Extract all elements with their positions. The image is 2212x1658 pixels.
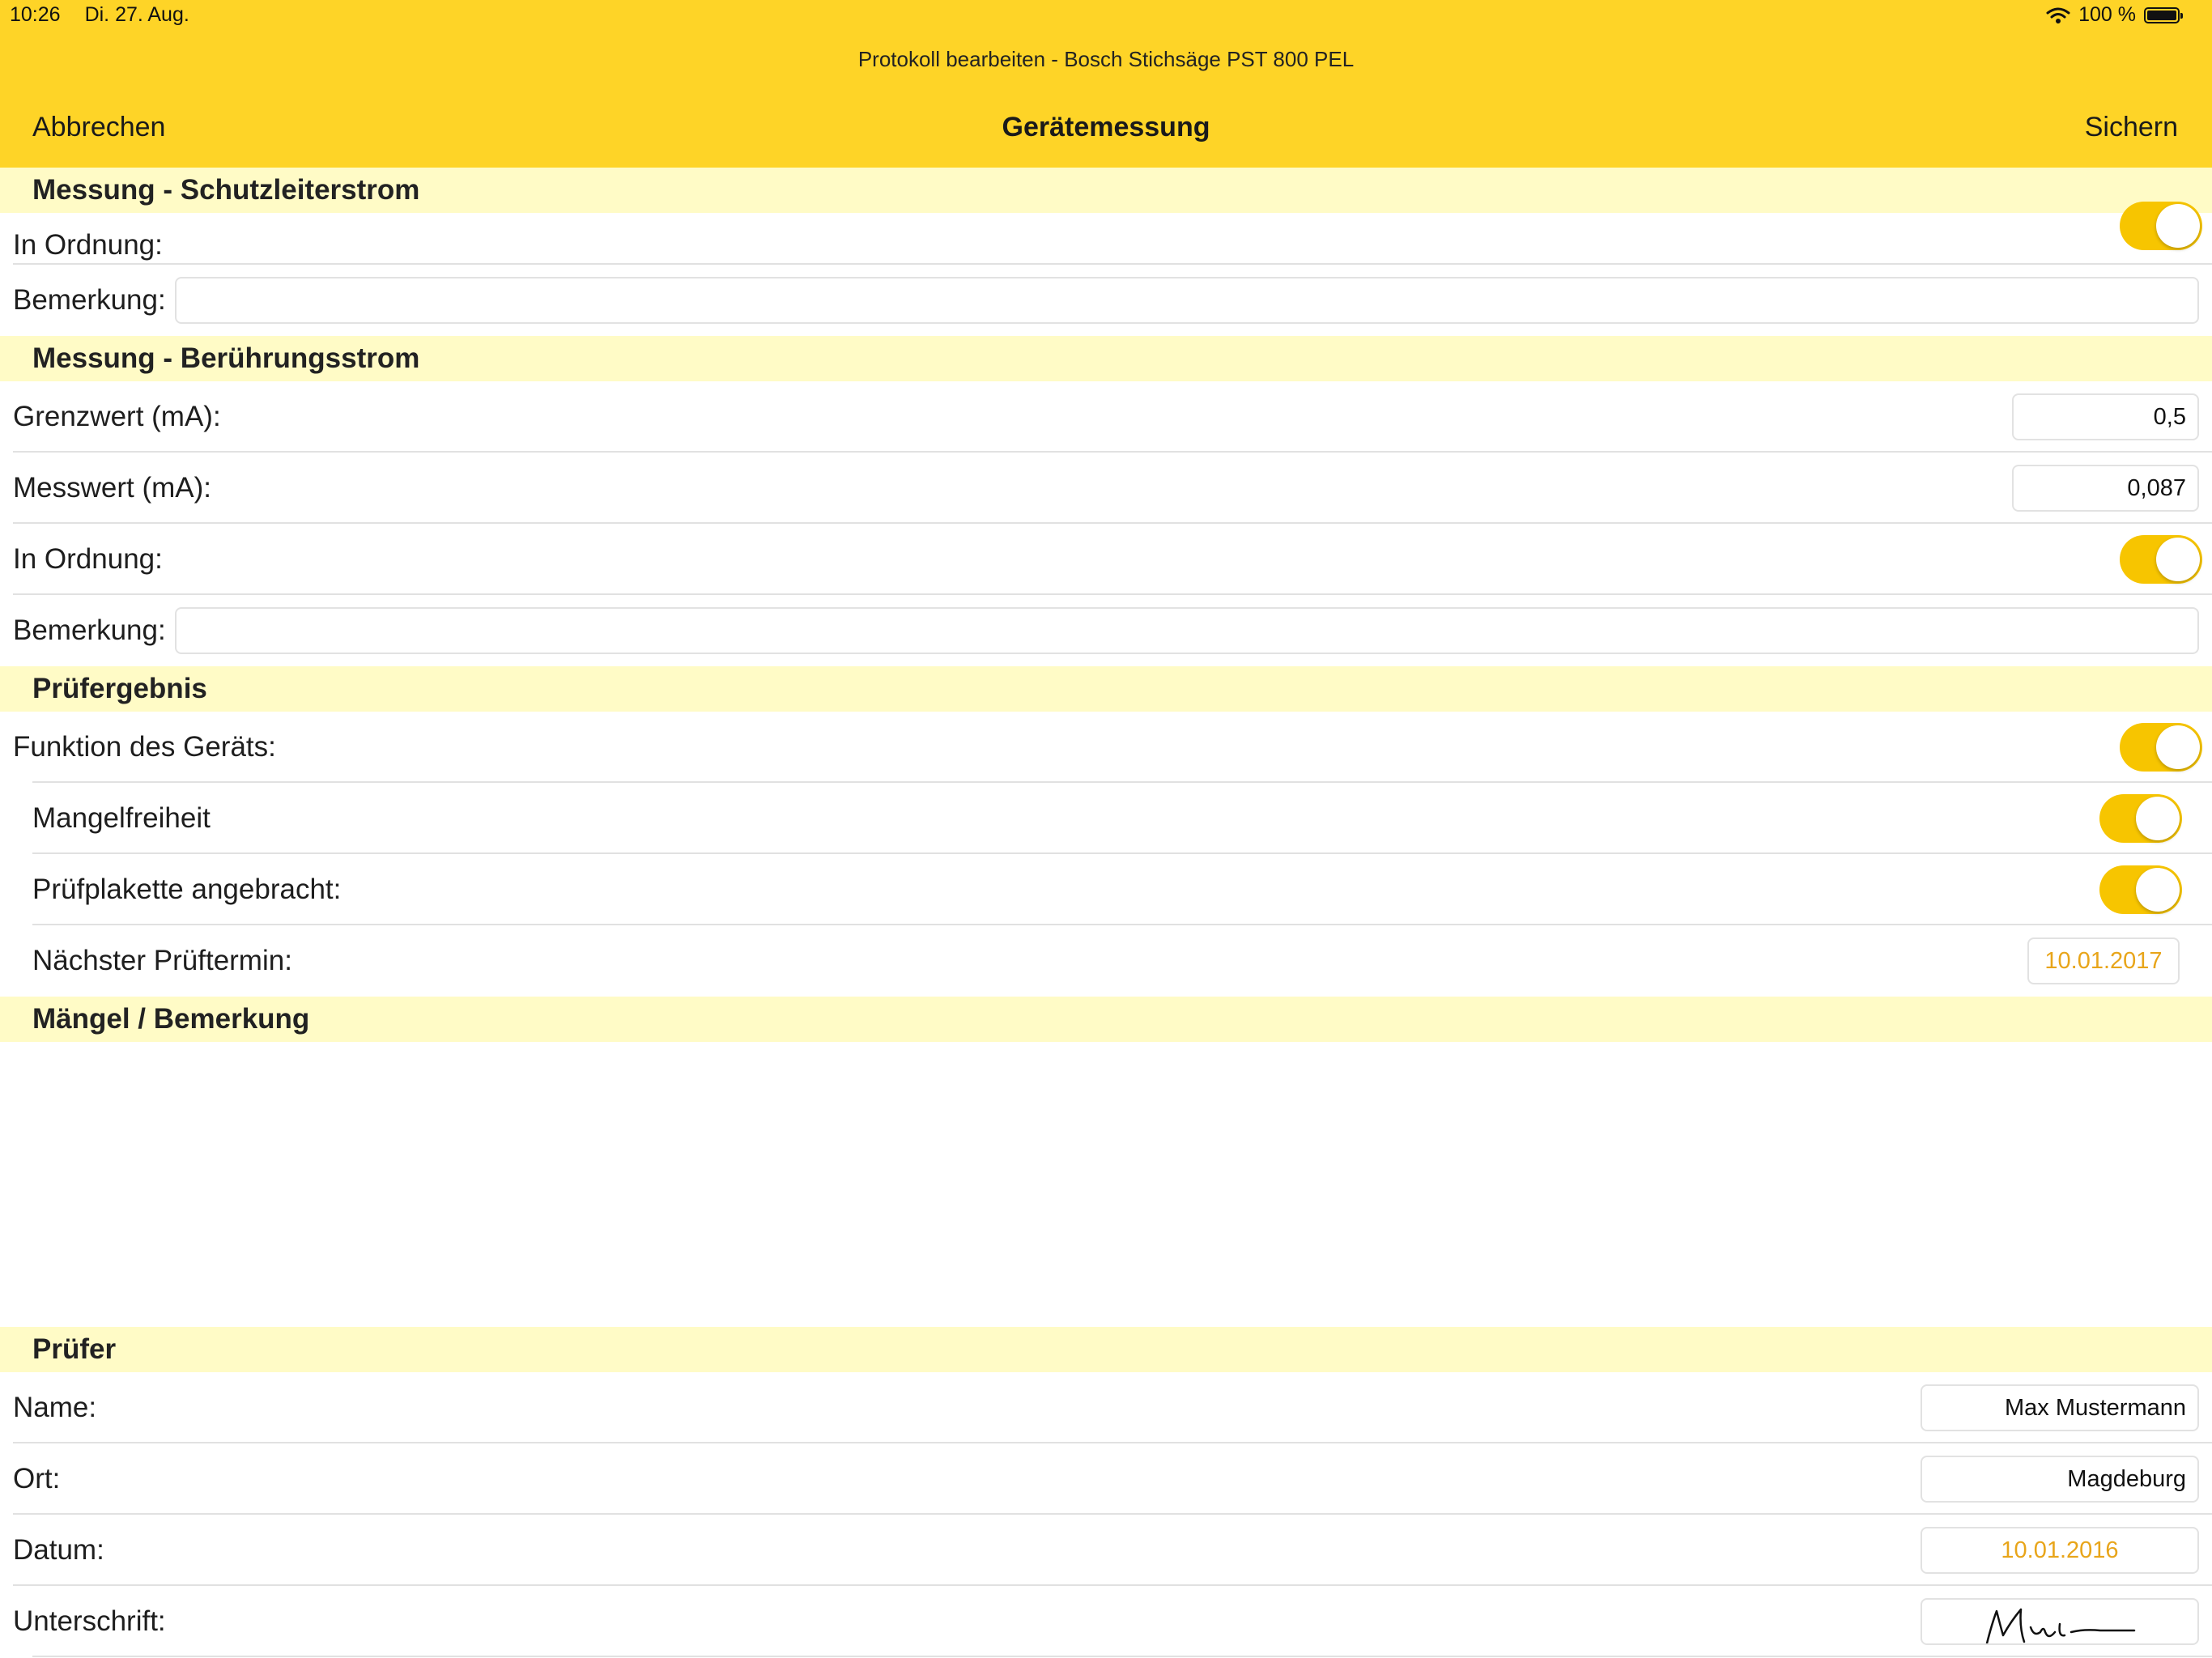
section-header-maengel: Mängel / Bemerkung xyxy=(0,997,2212,1042)
schutzleiter-remark-label: Bemerkung: xyxy=(13,284,166,316)
section-header-pruefer: Prüfer xyxy=(0,1327,2212,1372)
row-name: Name: xyxy=(0,1372,2212,1443)
row-funktion: Funktion des Geräts: xyxy=(0,712,2212,783)
grenzwert-input[interactable] xyxy=(2012,393,2199,440)
toggle-knob xyxy=(2136,797,2180,840)
row-messwert: Messwert (mA): xyxy=(0,453,2212,524)
window-title: Protokoll bearbeiten - Bosch Stichsäge P… xyxy=(857,47,1355,71)
grenzwert-label: Grenzwert (mA): xyxy=(13,401,221,432)
beruehrung-ok-toggle[interactable] xyxy=(2120,535,2202,584)
navigation-header: 10:26 Di. 27. Aug. 100 % Protokoll bearbe… xyxy=(0,0,2212,168)
battery-percent: 100 % xyxy=(2078,3,2136,26)
row-schutzleiter-remark: Bemerkung: xyxy=(0,265,2212,336)
status-bar-right: 100 % xyxy=(2046,3,2183,27)
row-mangelfreiheit: Mangelfreiheit xyxy=(0,783,2212,854)
ort-label: Ort: xyxy=(13,1463,61,1494)
signature-field[interactable] xyxy=(1921,1598,2199,1645)
wifi-icon xyxy=(2046,7,2070,23)
section-header-pruefergebnis: Prüfergebnis xyxy=(0,666,2212,712)
naechster-termin-date-picker[interactable]: 10.01.2017 xyxy=(2027,937,2180,984)
save-button[interactable]: Sichern xyxy=(2085,112,2178,143)
row-datum: Datum: 10.01.2016 xyxy=(0,1515,2212,1586)
naechster-termin-label: Nächster Prüftermin: xyxy=(32,945,292,976)
row-pruefplakette: Prüfplakette angebracht: xyxy=(0,854,2212,925)
section-header-schutzleiterstrom: Messung - Schutzleiterstrom xyxy=(0,168,2212,213)
maengel-textarea[interactable] xyxy=(0,1042,2212,1327)
row-beruehrung-remark: Bemerkung: xyxy=(0,595,2212,666)
battery-icon xyxy=(2144,6,2183,23)
toggle-knob xyxy=(2136,868,2180,912)
schutzleiter-ok-label: In Ordnung: xyxy=(13,229,163,261)
section-header-beruehrungsstrom: Messung - Berührungsstrom xyxy=(0,336,2212,381)
row-schutzleiter-ok: In Ordnung: xyxy=(0,202,2212,265)
row-separator xyxy=(32,1656,2212,1657)
status-bar-left: 10:26 Di. 27. Aug. xyxy=(10,3,214,27)
unterschrift-label: Unterschrift: xyxy=(13,1605,166,1637)
status-time: 10:26 xyxy=(10,3,61,26)
funktion-label: Funktion des Geräts: xyxy=(13,731,276,763)
name-label: Name: xyxy=(13,1392,97,1423)
messwert-input[interactable] xyxy=(2012,465,2199,512)
mangelfreiheit-toggle[interactable] xyxy=(2099,794,2182,843)
row-beruehrung-ok: In Ordnung: xyxy=(0,524,2212,595)
row-naechster-termin: Nächster Prüftermin: 10.01.2017 xyxy=(0,925,2212,997)
beruehrung-remark-label: Bemerkung: xyxy=(13,614,166,646)
mangelfreiheit-label: Mangelfreiheit xyxy=(32,802,211,834)
row-ort: Ort: xyxy=(0,1443,2212,1515)
datum-date-picker[interactable]: 10.01.2016 xyxy=(1921,1527,2199,1574)
toggle-knob xyxy=(2156,725,2200,769)
schutzleiter-ok-toggle[interactable] xyxy=(2120,202,2202,250)
funktion-toggle[interactable] xyxy=(2120,723,2202,772)
ort-input[interactable] xyxy=(1921,1456,2199,1503)
toggle-knob xyxy=(2156,538,2200,581)
signature-drawing xyxy=(1985,1608,2136,1643)
row-unterschrift: Unterschrift: xyxy=(0,1586,2212,1657)
beruehrung-remark-input[interactable] xyxy=(175,607,2199,654)
page-title: Gerätemessung xyxy=(1002,112,1210,142)
row-grenzwert: Grenzwert (mA): xyxy=(0,381,2212,453)
datum-label: Datum: xyxy=(13,1534,104,1566)
beruehrung-ok-label: In Ordnung: xyxy=(13,543,163,575)
messwert-label: Messwert (mA): xyxy=(13,472,211,504)
pruefplakette-toggle[interactable] xyxy=(2099,865,2182,914)
name-input[interactable] xyxy=(1921,1384,2199,1431)
status-date: Di. 27. Aug. xyxy=(84,3,189,26)
pruefplakette-label: Prüfplakette angebracht: xyxy=(32,874,342,905)
schutzleiter-remark-input[interactable] xyxy=(175,277,2199,324)
toggle-knob xyxy=(2156,204,2200,248)
